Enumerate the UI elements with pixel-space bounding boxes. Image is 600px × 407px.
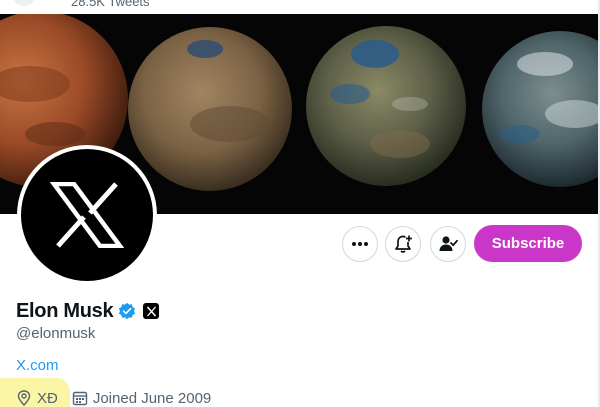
joined-text: Joined June 2009 <box>92 389 212 407</box>
calendar-icon <box>72 391 88 406</box>
following-button[interactable] <box>430 226 466 262</box>
location-text: XĐ <box>37 389 58 407</box>
website-link[interactable]: X.com <box>16 357 59 374</box>
more-button[interactable] <box>342 226 378 262</box>
x-logo-icon <box>21 149 153 281</box>
notify-button[interactable] <box>385 226 421 262</box>
more-icon <box>352 242 368 246</box>
avatar[interactable] <box>17 145 157 285</box>
back-button[interactable] <box>14 0 34 6</box>
person-check-icon <box>439 236 458 251</box>
subscribe-button[interactable]: Subscribe <box>474 225 582 262</box>
tweet-count: 28.5K Tweets <box>71 0 150 9</box>
x-affiliate-icon[interactable] <box>143 303 160 319</box>
name-row: Elon Musk <box>16 298 160 324</box>
display-name: Elon Musk <box>16 299 114 322</box>
profile-meta: XĐ Joined June 2009 <box>16 388 211 407</box>
verified-badge-icon[interactable] <box>118 302 136 320</box>
location: XĐ <box>16 390 58 407</box>
handle: @elonmusk <box>16 325 96 342</box>
joined-date: Joined June 2009 <box>72 390 211 407</box>
bell-plus-icon <box>395 235 413 253</box>
location-pin-icon <box>17 390 31 406</box>
top-bar: 28.5K Tweets <box>0 0 600 14</box>
